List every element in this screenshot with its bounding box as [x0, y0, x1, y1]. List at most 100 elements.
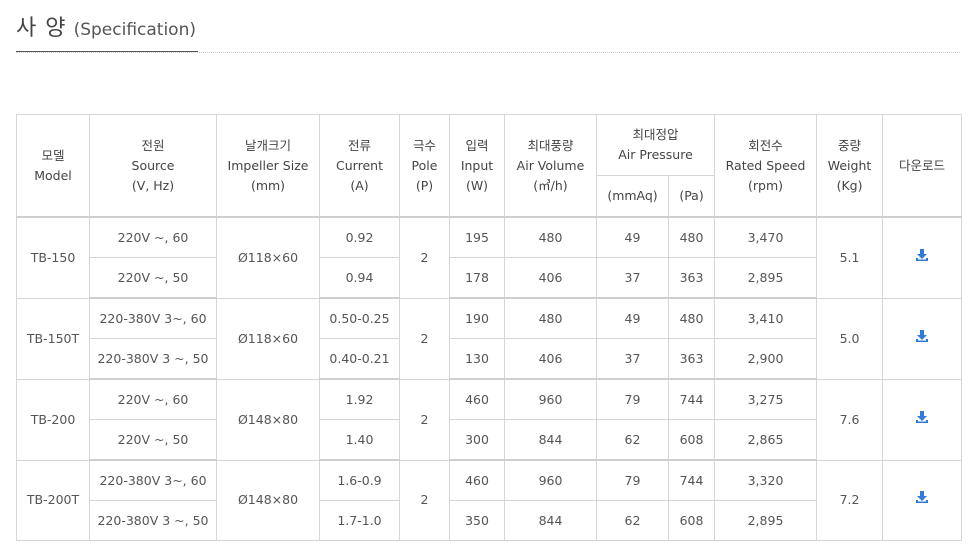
model-name: TB-200T: [16, 459, 90, 541]
pole-value: 2: [399, 297, 450, 380]
mmaq-value: 49: [596, 216, 669, 258]
air-volume-value: 960: [504, 378, 597, 420]
page-title: 사 양 (Specification): [16, 10, 198, 52]
col-header-rated-speed: 회전수 Rated Speed (rpm): [714, 114, 818, 218]
rated-speed-value: 2,900: [714, 338, 818, 380]
pa-value: 480: [667, 216, 716, 258]
col-header-pa: (Pa): [667, 175, 716, 218]
current-value: 1.40: [319, 419, 400, 461]
mmaq-value: 79: [596, 378, 669, 420]
air-volume-value: 480: [504, 216, 597, 258]
download-icon[interactable]: [915, 410, 929, 424]
impeller-value: Ø148×80: [216, 378, 320, 461]
pole-value: 2: [399, 459, 450, 541]
model-name: TB-200: [16, 378, 90, 461]
pa-value: 363: [667, 257, 716, 299]
col-header-pole: 극수 Pole (P): [399, 114, 450, 218]
col-header-air-pressure: 최대정압 Air Pressure: [595, 114, 716, 176]
input-value: 178: [449, 257, 505, 299]
source-value: 220V ~, 50: [89, 257, 217, 299]
air-volume-value: 844: [504, 500, 597, 541]
pole-value: 2: [399, 378, 450, 461]
source-value: 220V ~, 60: [89, 216, 217, 258]
col-header-air-volume: 최대풍량 Air Volume (㎥/h): [504, 114, 597, 218]
rated-speed-value: 3,470: [714, 216, 818, 258]
table-row: TB-200T 220-380V 3~, 60 Ø148×80 1.6-0.9 2 460…: [16, 459, 963, 541]
model-name: TB-150T: [16, 297, 90, 380]
table-row: TB-200 220V ~, 60 Ø148×80 1.92 2 460 960 79 744 3…: [16, 378, 963, 461]
pole-value: 2: [399, 216, 450, 299]
input-value: 195: [449, 216, 505, 258]
current-value: 0.50-0.25: [319, 297, 400, 339]
current-value: 1.7-1.0: [319, 500, 400, 541]
download-cell: [882, 297, 963, 380]
current-value: 1.6-0.9: [319, 459, 400, 501]
source-value: 220-380V 3 ~, 50: [89, 338, 217, 380]
pa-value: 744: [667, 459, 716, 501]
input-value: 350: [449, 500, 505, 541]
download-icon[interactable]: [915, 490, 929, 504]
spec-table-header: 모델 Model 전원 Source (V, Hz) 날개크기 Impeller Siz…: [16, 114, 963, 218]
air-volume-value: 480: [504, 297, 597, 339]
spec-table-body: TB-150 220V ~, 60 Ø118×60 0.92 2 195 480 49 480 3…: [16, 216, 963, 541]
pa-value: 608: [667, 419, 716, 461]
weight-value: 7.2: [816, 459, 884, 541]
impeller-value: Ø148×80: [216, 459, 320, 541]
col-header-model: 모델 Model: [16, 114, 90, 218]
current-value: 0.94: [319, 257, 400, 299]
weight-value: 5.0: [816, 297, 884, 380]
download-cell: [882, 378, 963, 461]
air-volume-value: 406: [504, 338, 597, 380]
download-icon[interactable]: [915, 248, 929, 262]
model-name: TB-150: [16, 216, 90, 299]
download-cell: [882, 459, 963, 541]
col-header-download: 다운로드: [882, 114, 963, 218]
mmaq-value: 62: [596, 419, 669, 461]
col-header-weight: 중량 Weight (Kg): [816, 114, 884, 218]
download-icon[interactable]: [915, 329, 929, 343]
source-value: 220-380V 3~, 60: [89, 459, 217, 501]
pa-value: 363: [667, 338, 716, 380]
spec-table: 모델 Model 전원 Source (V, Hz) 날개크기 Impeller Siz…: [16, 114, 963, 541]
mmaq-value: 79: [596, 459, 669, 501]
current-value: 0.40-0.21: [319, 338, 400, 380]
source-value: 220-380V 3~, 60: [89, 297, 217, 339]
rated-speed-value: 3,275: [714, 378, 818, 420]
title-english: (Specification): [73, 20, 196, 40]
weight-value: 5.1: [816, 216, 884, 299]
rated-speed-value: 2,895: [714, 500, 818, 541]
download-cell: [882, 216, 963, 299]
source-value: 220V ~, 50: [89, 419, 217, 461]
table-row: TB-150T 220-380V 3~, 60 Ø118×60 0.50-0.25 2 1…: [16, 297, 963, 380]
pa-value: 480: [667, 297, 716, 339]
col-header-source: 전원 Source (V, Hz): [89, 114, 217, 218]
input-value: 460: [449, 378, 505, 420]
air-volume-value: 844: [504, 419, 597, 461]
impeller-value: Ø118×60: [216, 216, 320, 299]
current-value: 0.92: [319, 216, 400, 258]
air-volume-value: 406: [504, 257, 597, 299]
title-korean: 사 양: [16, 16, 67, 41]
rated-speed-value: 3,410: [714, 297, 818, 339]
rated-speed-value: 2,895: [714, 257, 818, 299]
air-volume-value: 960: [504, 459, 597, 501]
input-value: 130: [449, 338, 505, 380]
weight-value: 7.6: [816, 378, 884, 461]
col-header-mmaq: (mmAq): [596, 175, 669, 218]
input-value: 460: [449, 459, 505, 501]
rated-speed-value: 2,865: [714, 419, 818, 461]
rated-speed-value: 3,320: [714, 459, 818, 501]
mmaq-value: 37: [596, 257, 669, 299]
col-header-current: 전류 Current (A): [319, 114, 400, 218]
input-value: 300: [449, 419, 505, 461]
mmaq-value: 37: [596, 338, 669, 380]
impeller-value: Ø118×60: [216, 297, 320, 380]
source-value: 220-380V 3 ~, 50: [89, 500, 217, 541]
mmaq-value: 62: [596, 500, 669, 541]
table-row: TB-150 220V ~, 60 Ø118×60 0.92 2 195 480 49 480 3…: [16, 216, 963, 299]
mmaq-value: 49: [596, 297, 669, 339]
input-value: 190: [449, 297, 505, 339]
pa-value: 744: [667, 378, 716, 420]
section-header: 사 양 (Specification): [16, 10, 960, 53]
source-value: 220V ~, 60: [89, 378, 217, 420]
